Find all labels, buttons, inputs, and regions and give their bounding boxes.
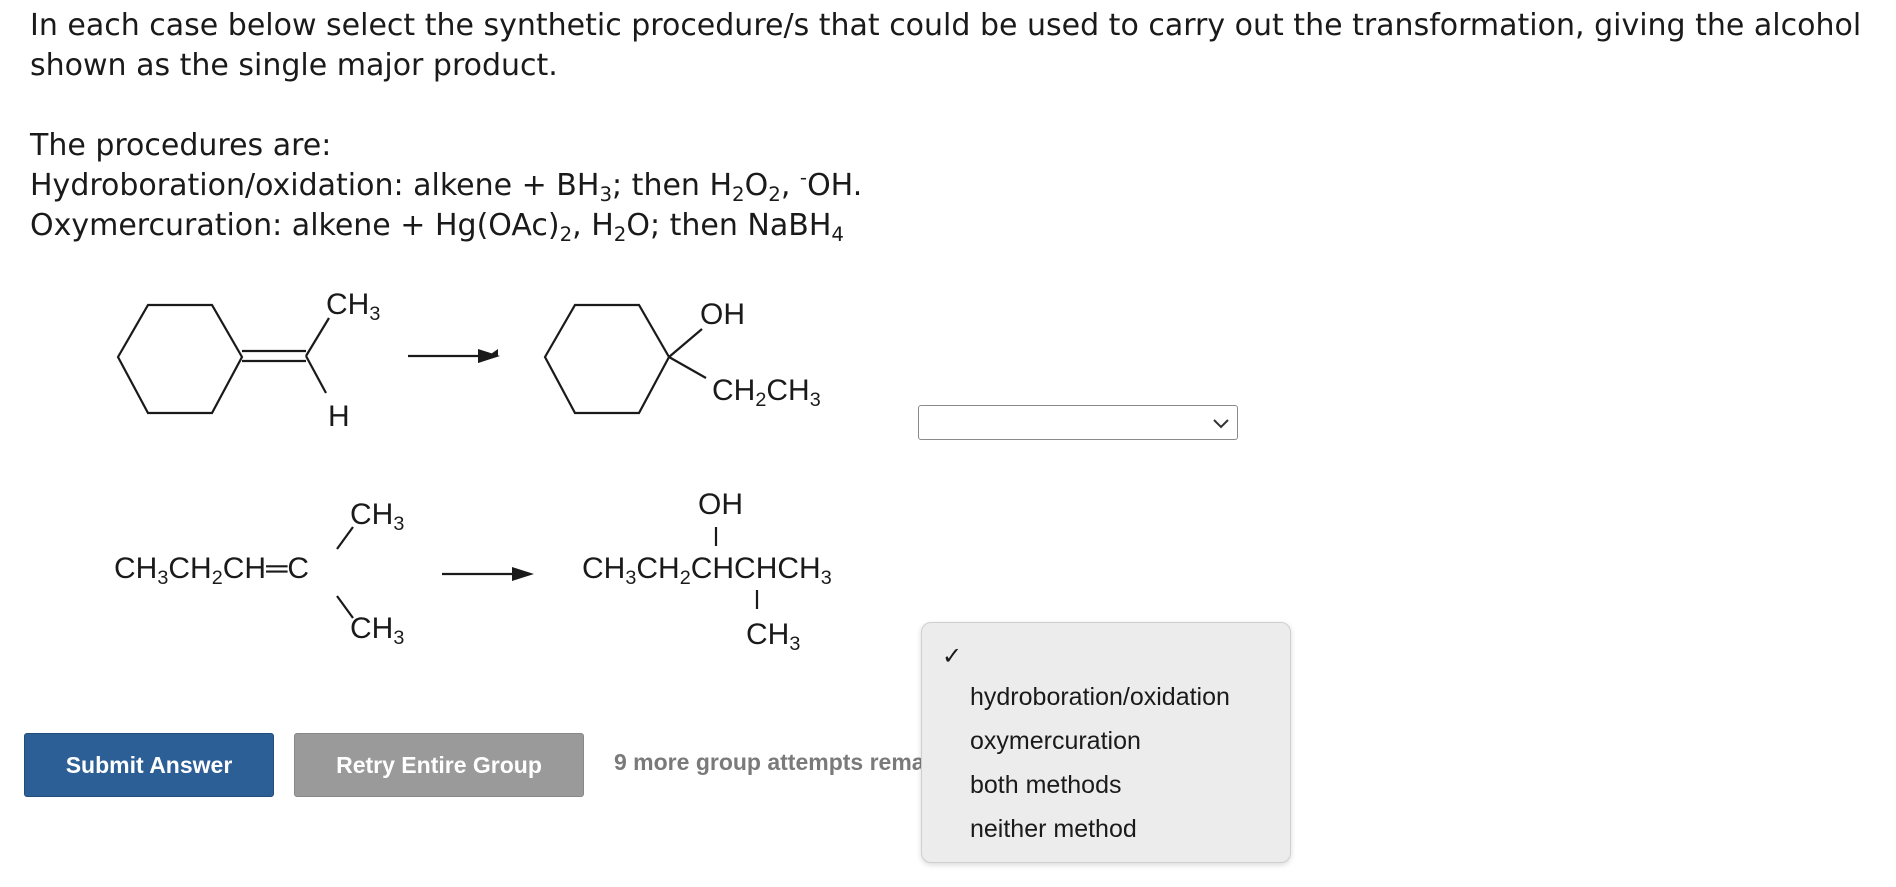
- chevron-down-icon: [1213, 419, 1229, 429]
- answer-select-1[interactable]: [918, 405, 1238, 440]
- product-2-bottom-methyl: CH3: [746, 618, 801, 655]
- submit-answer-button[interactable]: Submit Answer: [24, 733, 274, 797]
- oxymercuration-procedure: Oxymercuration: alkene + Hg(OAc)2, H2O; …: [30, 208, 844, 246]
- option-neither-method[interactable]: neither method: [970, 815, 1137, 844]
- option-both-methods[interactable]: both methods: [970, 771, 1122, 800]
- product-1-ethyl-label: CH2CH3: [712, 374, 821, 411]
- reactant-1-ring: [116, 303, 244, 415]
- product-1-ring: [543, 303, 671, 415]
- attempts-remaining-text: 9 more group attempts remaining: [614, 749, 926, 775]
- reactant-2-top-methyl: CH3: [350, 498, 405, 535]
- answer-dropdown-menu[interactable]: ✓ hydroboration/oxidation oxymercuration…: [921, 622, 1291, 863]
- product-1-oh-label: OH: [700, 298, 745, 331]
- checkmark-icon: ✓: [942, 642, 963, 670]
- procedures-heading: The procedures are:: [30, 128, 332, 163]
- question-text: In each case below select the synthetic …: [30, 8, 1862, 83]
- procedures-block: The procedures are: Hydroboration/oxidat…: [30, 126, 862, 246]
- reactant-1-h-label: H: [328, 400, 350, 433]
- reactant-1-ch3-label: CH3: [326, 288, 381, 325]
- option-hydroboration-oxidation[interactable]: hydroboration/oxidation: [970, 683, 1230, 712]
- product-2-main-chain: CH3CH2CHCHCH3: [582, 552, 832, 589]
- product-2-oh-label: OH: [698, 488, 743, 521]
- retry-entire-group-button[interactable]: Retry Entire Group: [294, 733, 584, 797]
- option-oxymercuration[interactable]: oxymercuration: [970, 727, 1141, 756]
- reactant-2-bottom-methyl: CH3: [350, 612, 405, 649]
- reactant-2-main-chain: CH3CH2CH═C: [114, 552, 309, 589]
- hydroboration-procedure: Hydroboration/oxidation: alkene + BH3; t…: [30, 166, 863, 206]
